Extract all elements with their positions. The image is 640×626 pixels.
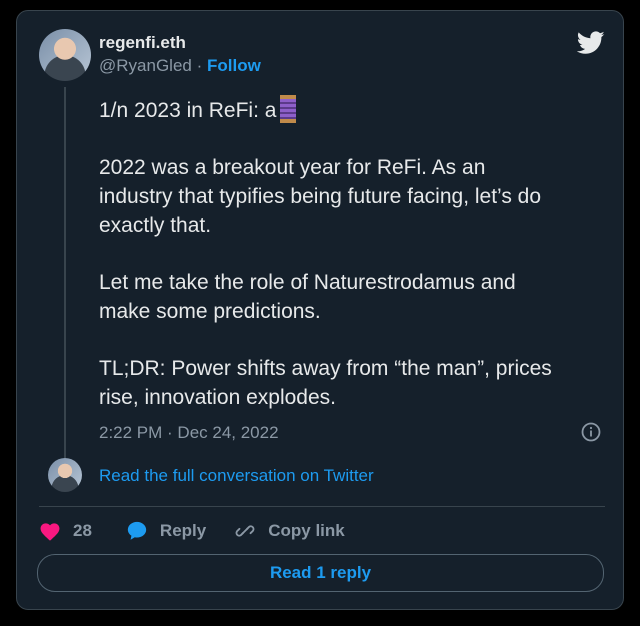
read-conversation-link[interactable]: Read the full conversation on Twitter	[99, 466, 374, 486]
reply-button[interactable]: Reply	[126, 520, 206, 542]
action-bar: 28 Reply Copy link	[39, 519, 345, 543]
tweet-paragraph-4: TL;DR: Power shifts away from “the man”,…	[99, 357, 552, 409]
like-count: 28	[73, 521, 92, 540]
author-avatar[interactable]	[39, 29, 91, 81]
conversation-avatar	[48, 458, 82, 492]
tweet-paragraph-1: 1/n 2023 in ReFi: a	[99, 95, 609, 125]
separator-dot: ·	[196, 56, 203, 75]
tweet-text: 1/n 2023 in ReFi: a 2022 was a breakout …	[99, 95, 609, 440]
reply-label: Reply	[159, 521, 207, 540]
link-icon	[235, 525, 255, 537]
read-replies-button[interactable]: Read 1 reply	[37, 554, 604, 592]
tweet-paragraph-2: 2022 was a breakout year for ReFi. As an…	[99, 156, 542, 237]
author-name[interactable]: regenfi.eth	[99, 33, 186, 53]
twitter-bird-icon[interactable]	[577, 31, 605, 55]
thread-line	[64, 87, 66, 463]
info-icon[interactable]	[581, 422, 601, 442]
speech-bubble-icon	[127, 521, 147, 540]
copy-link-button[interactable]: Copy link	[234, 520, 345, 542]
author-handle[interactable]: @RyanGled	[99, 56, 192, 75]
tweet-paragraph-3: Let me take the role of Naturestrodamus …	[99, 271, 516, 323]
tweet-timestamp[interactable]: 2:22 PM · Dec 24, 2022	[99, 423, 279, 443]
heart-icon	[40, 523, 60, 541]
tweet-embed-card: regenfi.eth @RyanGled · Follow 1/n 2023 …	[16, 10, 624, 610]
like-button[interactable]: 28	[39, 521, 92, 541]
follow-link[interactable]: Follow	[207, 56, 261, 75]
divider	[39, 506, 605, 507]
author-handle-row: @RyanGled · Follow	[99, 56, 261, 76]
spool-of-thread-icon	[280, 95, 297, 123]
copy-link-label: Copy link	[268, 521, 345, 540]
